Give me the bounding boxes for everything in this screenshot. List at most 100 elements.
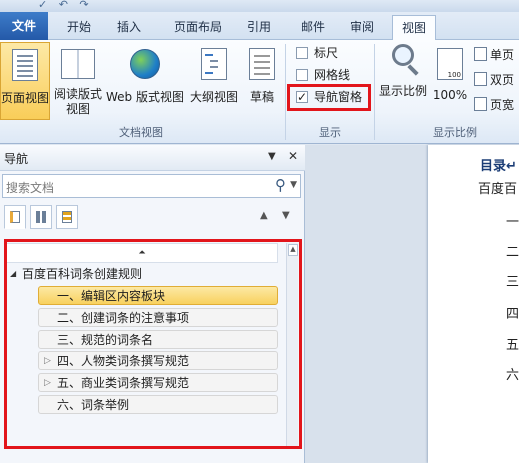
tab-pages[interactable] [30,205,52,229]
tab-results[interactable] [56,205,78,229]
tree-heading-item[interactable]: 二、创建词条的注意事项 [38,308,278,327]
doc-line: 四 [506,307,519,322]
doc-line: 二 [506,245,519,260]
tab-headings[interactable] [4,205,26,229]
zoom-group-label: 显示比例 [433,126,477,139]
doc-views-group-label: 文档视图 [119,126,163,139]
page-width-icon [474,97,487,111]
group-separator [374,44,375,140]
tree-scrollbar[interactable]: ▲ [286,243,298,449]
full-reading-label-2: 视图 [65,102,90,116]
heading-label: 三、规范的词条名 [57,333,154,347]
tab-page-layout[interactable]: 页面布局 [162,15,234,40]
globe-icon [130,49,160,79]
tree-heading-item[interactable]: 六、词条举例 [38,395,278,414]
heading-label: 一、编辑区内容板块 [57,289,166,303]
nav-pane-header: 导航 ▼ ✕ [0,145,305,171]
previous-heading-icon[interactable]: ▲ [260,210,268,221]
document-area: 目录↵ 百度百 一 二 三 四 五 六 [305,145,519,463]
search-options-icon[interactable]: ▼ [290,180,297,190]
heading-label: 二、创建词条的注意事项 [57,311,190,325]
tab-mailings[interactable]: 邮件 [292,15,334,40]
print-layout-button[interactable]: 页面视图 [0,42,50,120]
two-pages-button[interactable]: 双页 [474,70,514,90]
ruler-checkbox[interactable]: 标尺 [296,44,338,62]
tab-references[interactable]: 引用 [238,15,280,40]
ruler-label: 标尺 [314,46,339,60]
ruler-check-box [296,47,308,59]
ribbon-tabs: 文件 开始 插入 页面布局 引用 邮件 审阅 视图 [0,12,519,41]
hundred-percent-icon: 100 [437,48,463,80]
page-width-button[interactable]: 页宽 [474,95,514,115]
print-layout-icon [12,49,38,81]
zoom-button[interactable]: 显示比例 [376,42,430,120]
gridlines-checkbox[interactable]: 网格线 [296,66,350,84]
two-pages-label: 双页 [490,73,515,87]
tab-insert[interactable]: 插入 [106,15,152,40]
tab-home[interactable]: 开始 [56,15,102,40]
draft-icon [249,48,275,80]
page-width-label: 页宽 [490,98,515,112]
zoom-100-button[interactable]: 100 100% [430,42,470,120]
quick-access-toolbar[interactable]: ✓ ↶ ↷ [38,0,93,11]
word-window: ✓ ↶ ↷ 文件 开始 插入 页面布局 引用 邮件 审阅 视图 页面视图 阅读版… [0,0,519,463]
zoom-100-label: 100% [432,88,468,102]
full-reading-button[interactable]: 阅读版式 视图 [52,42,104,120]
expand-arrow-icon[interactable]: ▷ [44,374,51,392]
pages-icon [36,211,46,223]
headings-icon [10,211,20,223]
tree-root-heading[interactable]: 百度百科词条创建规则 [6,265,278,284]
book-icon [61,49,95,79]
heading-label: 四、人物类词条撰写规范 [57,354,190,368]
nav-pane-title: 导航 [4,152,29,166]
one-page-label: 单页 [490,48,515,62]
two-pages-icon [474,72,487,86]
tab-review[interactable]: 审阅 [340,15,384,40]
doc-line: 百度百 [478,182,518,197]
doc-line: 五 [506,338,519,353]
doc-line: 六 [506,368,519,383]
collapse-all-icon[interactable]: ⏶ [6,243,278,263]
outline-button[interactable]: 大纲视图 [188,42,240,120]
nav-pane-checkbox[interactable]: 导航窗格 [296,88,362,106]
ribbon-view: 页面视图 阅读版式 视图 Web 版式视图 大纲视图 草稿 文档视图 标尺 网格… [0,40,519,144]
heading-label: 六、词条举例 [57,398,130,412]
title-bar: ✓ ↶ ↷ [0,0,519,12]
web-layout-label: Web 版式视图 [106,90,184,104]
group-separator [285,44,286,140]
nav-pane-label: 导航窗格 [314,90,363,104]
one-page-button[interactable]: 单页 [474,45,514,65]
tree-heading-item[interactable]: 三、规范的词条名 [38,330,278,349]
draft-button[interactable]: 草稿 [242,42,282,120]
nav-pane-check-box [296,88,308,106]
scroll-up-icon[interactable]: ▲ [288,244,298,256]
zoom-label: 显示比例 [378,84,427,98]
print-layout-label: 页面视图 [1,91,50,105]
tree-heading-item[interactable]: 一、编辑区内容板块 [38,286,278,305]
outline-icon [201,48,227,80]
heading-tree: ⏶ 百度百科词条创建规则 一、编辑区内容板块 二、创建词条的注意事项 三、规范的… [6,243,298,449]
toc-heading: 目录↵ [480,159,517,174]
search-placeholder: 搜索文档 [6,181,55,195]
outline-label: 大纲视图 [189,90,238,104]
tree-heading-item[interactable]: ▷ 四、人物类词条撰写规范 [38,351,278,370]
pane-menu-icon[interactable]: ▼ [268,151,276,162]
web-layout-button[interactable]: Web 版式视图 [104,42,186,120]
magnifier-icon [392,44,414,66]
search-icon[interactable]: ⚲ [275,176,286,194]
document-page[interactable]: 目录↵ 百度百 一 二 三 四 五 六 [428,145,519,463]
tab-file[interactable]: 文件 [0,12,48,40]
show-group-label: 显示 [319,126,341,139]
tab-view[interactable]: 视图 [392,15,436,41]
full-reading-label-1: 阅读版式 [53,87,102,101]
search-document-input[interactable]: 搜索文档 ⚲ ▼ [2,174,301,198]
navigation-pane: 导航 ▼ ✕ 搜索文档 ⚲ ▼ ▲ ▼ ⏶ 百度百科词条创建规则 一、编辑区内容… [0,145,305,463]
nav-view-tabs: ▲ ▼ [0,203,305,231]
close-icon[interactable]: ✕ [288,149,298,163]
doc-line: 一 [506,215,519,230]
next-heading-icon[interactable]: ▼ [282,210,290,221]
gridlines-check-box [296,69,308,81]
gridlines-label: 网格线 [314,68,351,82]
expand-arrow-icon[interactable]: ▷ [44,352,51,370]
tree-heading-item[interactable]: ▷ 五、商业类词条撰写规范 [38,373,278,392]
